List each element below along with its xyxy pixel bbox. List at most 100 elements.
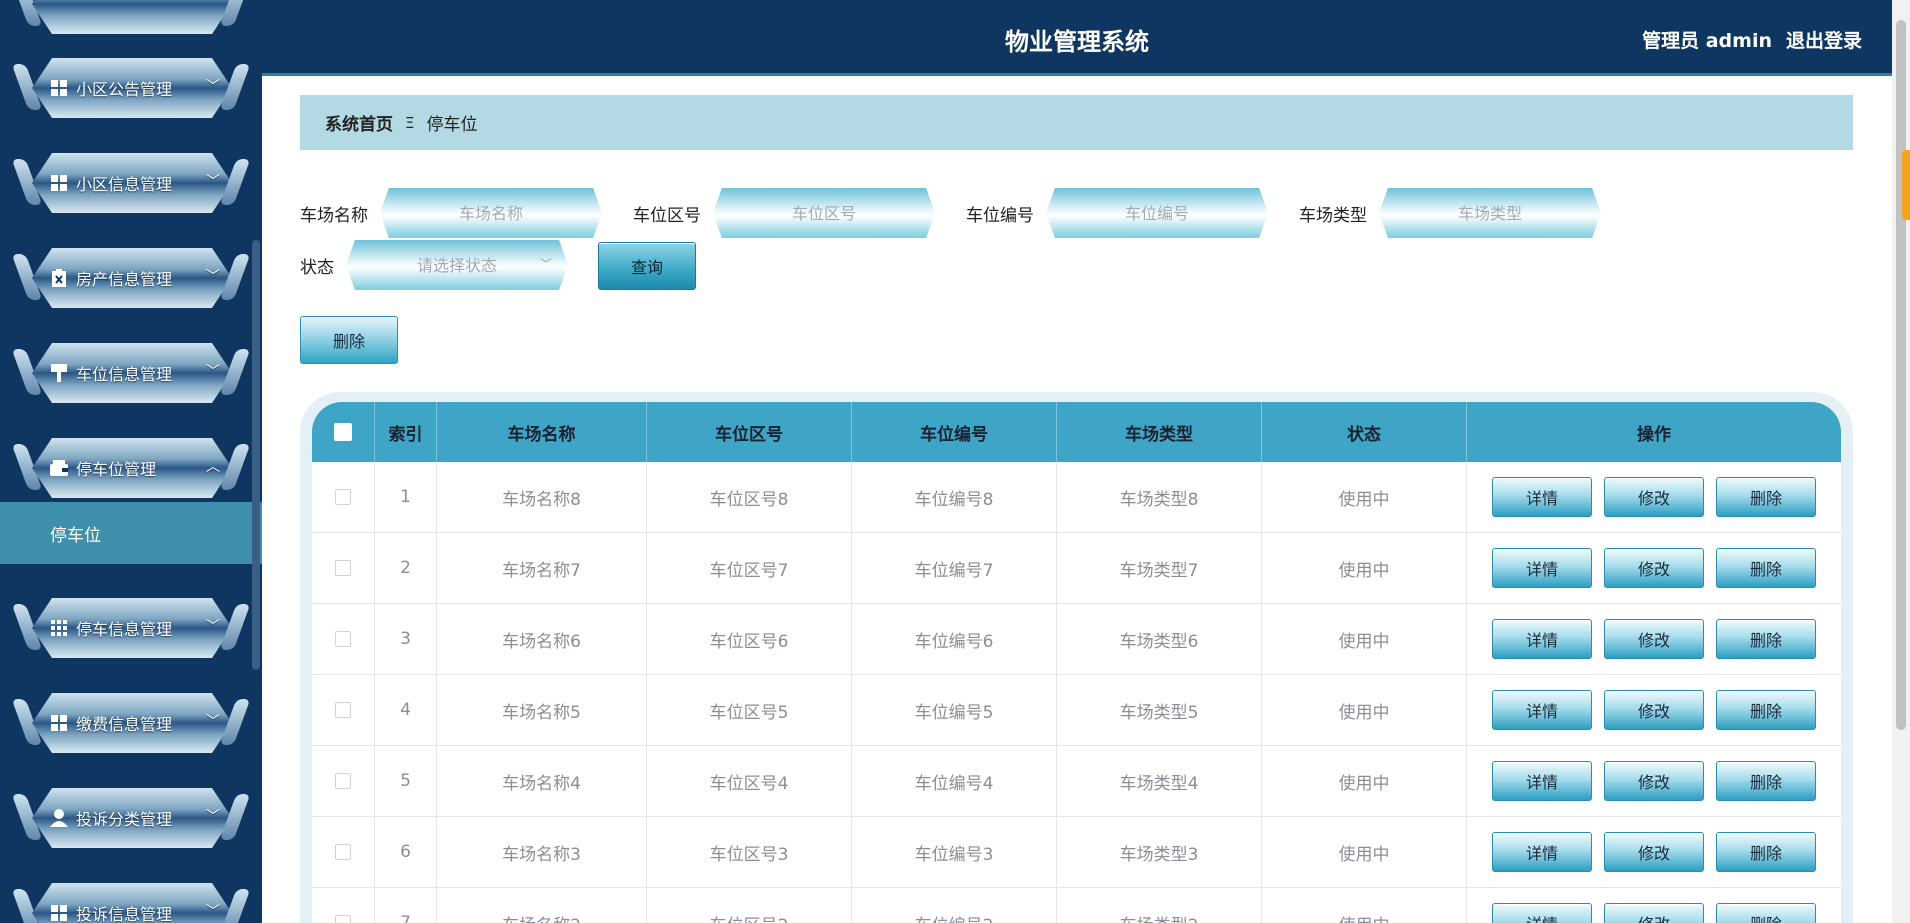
type-input[interactable]	[1400, 203, 1580, 223]
select-all-checkbox[interactable]	[334, 423, 352, 441]
row-checkbox[interactable]	[335, 844, 351, 860]
cell-type: 车场类型6	[1057, 604, 1262, 674]
number-field	[1046, 188, 1268, 238]
edit-button[interactable]: 修改	[1604, 477, 1704, 517]
sidebar-item-fee[interactable]: 缴费信息管理 ﹀	[11, 685, 251, 761]
cell-area: 车位区号6	[647, 604, 852, 674]
sidebar-item-space-info[interactable]: 车位信息管理 ﹀	[11, 335, 251, 411]
lot-name-input[interactable]	[401, 203, 581, 223]
delete-button[interactable]: 删除	[1716, 903, 1816, 923]
sidebar-item-label: 停车信息管理	[76, 620, 173, 639]
scrollbar-thumb[interactable]	[1896, 20, 1906, 730]
cell-index: 7	[375, 888, 437, 923]
detail-button[interactable]: 详情	[1492, 761, 1592, 801]
area-input[interactable]	[734, 203, 914, 223]
cell-actions: 详情修改删除	[1467, 817, 1841, 887]
cell-status: 使用中	[1262, 533, 1467, 603]
sidebar-item-parking[interactable]: 停车位管理 ︿	[11, 430, 251, 506]
row-select-cell	[312, 533, 375, 603]
lot-name-field	[380, 188, 602, 238]
edit-button[interactable]: 修改	[1604, 761, 1704, 801]
cell-lot-name: 车场名称6	[437, 604, 647, 674]
row-checkbox[interactable]	[335, 702, 351, 718]
detail-button[interactable]: 详情	[1492, 548, 1592, 588]
table-header: 索引 车场名称 车位区号 车位编号 车场类型 状态 操作	[312, 402, 1841, 462]
number-input[interactable]	[1067, 203, 1247, 223]
detail-button[interactable]: 详情	[1492, 903, 1592, 923]
grid-icon	[50, 79, 68, 97]
cell-status: 使用中	[1262, 462, 1467, 532]
edit-button[interactable]: 修改	[1604, 548, 1704, 588]
status-input[interactable]	[367, 255, 547, 275]
cell-index: 2	[375, 533, 437, 603]
row-select-cell	[312, 462, 375, 532]
chevron-down-icon: ﹀	[206, 174, 220, 190]
type-field	[1379, 188, 1601, 238]
sidebar-item-property[interactable]: 房产信息管理 ﹀	[11, 240, 251, 316]
sidebar-item-complaint-info[interactable]: 投诉信息管理 ﹀	[11, 875, 251, 923]
chevron-down-icon: ﹀	[206, 714, 220, 730]
filter-label: 状态	[300, 257, 334, 278]
row-select-cell	[312, 675, 375, 745]
status-select[interactable]: ﹀	[346, 240, 568, 290]
filter-label: 车位编号	[966, 205, 1034, 226]
sidebar: 小区公告管理 ﹀ 小区信息管理 ﹀ 房产信息管理 ﹀ 车位信息管理 ﹀ 停车位管…	[0, 0, 262, 923]
sidebar-item-parking-info[interactable]: 停车信息管理 ﹀	[11, 590, 251, 666]
row-checkbox[interactable]	[335, 489, 351, 505]
side-tab[interactable]	[1902, 150, 1910, 220]
cell-actions: 详情修改删除	[1467, 746, 1841, 816]
sidebar-subitem-parking-space[interactable]: 停车位	[0, 502, 262, 564]
row-checkbox[interactable]	[335, 773, 351, 789]
breadcrumb-home[interactable]: 系统首页	[325, 110, 393, 135]
filter-number: 车位编号	[966, 188, 1268, 238]
query-button[interactable]: 查询	[598, 242, 696, 290]
cell-status: 使用中	[1262, 604, 1467, 674]
row-checkbox[interactable]	[335, 631, 351, 647]
col-status: 状态	[1262, 402, 1467, 462]
sidebar-item-top-partial[interactable]	[11, 0, 251, 42]
row-checkbox[interactable]	[335, 560, 351, 576]
cell-status: 使用中	[1262, 888, 1467, 923]
delete-button[interactable]: 删除	[1716, 619, 1816, 659]
cell-type: 车场类型4	[1057, 746, 1262, 816]
chevron-down-icon: ﹀	[206, 364, 220, 380]
bulk-delete-button[interactable]: 删除	[300, 316, 398, 364]
clipboard-x-icon	[50, 269, 68, 287]
sidebar-item-notice[interactable]: 小区公告管理 ﹀	[11, 50, 251, 126]
cell-type: 车场类型2	[1057, 888, 1262, 923]
sidebar-item-community[interactable]: 小区信息管理 ﹀	[11, 145, 251, 221]
delete-button[interactable]: 删除	[1716, 832, 1816, 872]
col-index: 索引	[375, 402, 437, 462]
edit-button[interactable]: 修改	[1604, 903, 1704, 923]
sidebar-item-complaint-category[interactable]: 投诉分类管理 ﹀	[11, 780, 251, 856]
delete-button[interactable]: 删除	[1716, 477, 1816, 517]
edit-button[interactable]: 修改	[1604, 690, 1704, 730]
cell-index: 6	[375, 817, 437, 887]
page-scrollbar[interactable]	[1892, 0, 1910, 923]
filter-lot-name: 车场名称	[300, 188, 602, 238]
table-row: 6 车场名称3 车位区号3 车位编号3 车场类型3 使用中 详情 修改 删除	[312, 817, 1841, 888]
delete-button[interactable]: 删除	[1716, 690, 1816, 730]
cell-status: 使用中	[1262, 746, 1467, 816]
cell-area: 车位区号8	[647, 462, 852, 532]
cell-lot-name: 车场名称2	[437, 888, 647, 923]
edit-button[interactable]: 修改	[1604, 619, 1704, 659]
paint-roller-icon	[50, 364, 68, 382]
cell-actions: 详情修改删除	[1467, 604, 1841, 674]
edit-button[interactable]: 修改	[1604, 832, 1704, 872]
filter-type: 车场类型	[1299, 188, 1601, 238]
detail-button[interactable]: 详情	[1492, 619, 1592, 659]
cell-number: 车位编号6	[852, 604, 1057, 674]
delete-button[interactable]: 删除	[1716, 548, 1816, 588]
detail-button[interactable]: 详情	[1492, 477, 1592, 517]
logout-link[interactable]: 退出登录	[1786, 30, 1862, 52]
chevron-down-icon: ﹀	[206, 269, 220, 285]
cell-index: 1	[375, 462, 437, 532]
cell-lot-name: 车场名称4	[437, 746, 647, 816]
row-checkbox[interactable]	[335, 915, 351, 923]
detail-button[interactable]: 详情	[1492, 690, 1592, 730]
detail-button[interactable]: 详情	[1492, 832, 1592, 872]
sidebar-scrollbar[interactable]	[252, 240, 260, 670]
delete-button[interactable]: 删除	[1716, 761, 1816, 801]
cell-number: 车位编号8	[852, 462, 1057, 532]
